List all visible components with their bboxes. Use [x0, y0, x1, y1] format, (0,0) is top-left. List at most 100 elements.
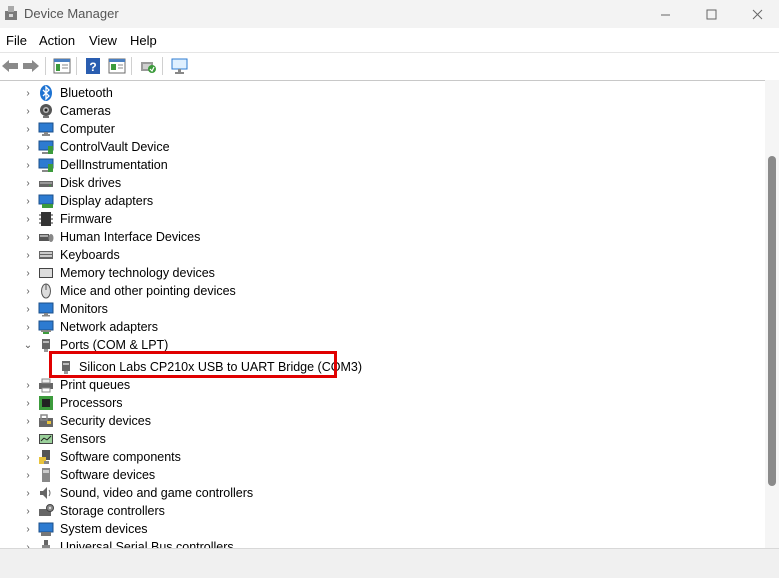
tree-item-processors[interactable]: › Processors — [0, 394, 765, 412]
close-button[interactable] — [734, 0, 779, 28]
tree-item-sound-video-game-controllers[interactable]: › Sound, video and game controllers — [0, 484, 765, 502]
tree-item-keyboards[interactable]: › Keyboards — [0, 246, 765, 264]
chevron-right-icon[interactable]: › — [23, 158, 33, 172]
tree-item-label: ControlVault Device — [60, 140, 170, 154]
chevron-down-icon[interactable]: ⌄ — [23, 338, 33, 352]
tree-item-label: System devices — [60, 522, 148, 536]
tree-item-label: Storage controllers — [60, 504, 165, 518]
chevron-right-icon[interactable]: › — [23, 176, 33, 190]
maximize-button[interactable] — [688, 0, 734, 28]
toolbar-separator — [45, 57, 46, 75]
chevron-right-icon[interactable]: › — [23, 104, 33, 118]
close-icon — [752, 9, 762, 19]
update-driver-button[interactable] — [138, 56, 158, 76]
back-button[interactable] — [0, 56, 20, 76]
menu-view[interactable]: View — [89, 33, 117, 48]
chevron-right-icon[interactable]: › — [23, 320, 33, 334]
tree-item-system-devices[interactable]: › System devices — [0, 520, 765, 538]
device-manager-icon — [5, 6, 17, 20]
tree-item-label: Cameras — [60, 104, 111, 118]
chevron-right-icon[interactable]: › — [23, 230, 33, 244]
sound-icon — [40, 487, 51, 499]
device-tree[interactable]: › Bluetooth › Cameras › Computer › Contr… — [0, 80, 765, 549]
chevron-right-icon[interactable]: › — [23, 212, 33, 226]
tree-item-computer[interactable]: › Computer — [0, 120, 765, 138]
properties-button[interactable] — [107, 56, 127, 76]
tree-item-label: Bluetooth — [60, 86, 113, 100]
tree-item-dellinstrumentation[interactable]: › DellInstrumentation — [0, 156, 765, 174]
scrollbar-thumb[interactable] — [768, 156, 776, 486]
help-button[interactable]: ? — [83, 56, 103, 76]
menu-action[interactable]: Action — [39, 33, 75, 48]
tree-item-label: Disk drives — [60, 176, 122, 190]
tree-item-software-devices[interactable]: › Software devices — [0, 466, 765, 484]
properties-icon — [108, 58, 126, 74]
chevron-right-icon[interactable]: › — [23, 432, 33, 446]
chevron-right-icon[interactable]: › — [23, 194, 33, 208]
tree-item-label: Network adapters — [60, 320, 158, 334]
tree-item-monitors[interactable]: › Monitors — [0, 300, 765, 318]
show-hide-console-tree-button[interactable] — [52, 56, 72, 76]
chevron-right-icon[interactable]: › — [23, 302, 33, 316]
chevron-right-icon[interactable]: › — [23, 266, 33, 280]
tree-item-disk-drives[interactable]: › Disk drives — [0, 174, 765, 192]
tree-item-display-adapters[interactable]: › Display adapters — [0, 192, 765, 210]
tree-item-label: DellInstrumentation — [60, 158, 168, 172]
chevron-right-icon[interactable]: › — [23, 450, 33, 464]
chevron-right-icon[interactable]: › — [23, 248, 33, 262]
bluetooth-icon — [40, 85, 52, 101]
tree-item-label: Processors — [60, 396, 123, 410]
tree-item-label: Computer — [60, 122, 115, 136]
chevron-right-icon[interactable]: › — [23, 284, 33, 298]
chevron-right-icon[interactable]: › — [23, 504, 33, 518]
console-tree-icon — [53, 58, 71, 74]
maximize-icon — [706, 9, 716, 19]
menu-help[interactable]: Help — [130, 33, 157, 48]
chevron-right-icon[interactable]: › — [23, 522, 33, 536]
software-device-icon — [42, 468, 50, 482]
menu-file[interactable]: File — [6, 33, 27, 48]
software-component-icon — [39, 450, 50, 464]
tree-item-controlvault-device[interactable]: › ControlVault Device — [0, 138, 765, 156]
tree-item-label: Sensors — [60, 432, 106, 446]
chevron-right-icon[interactable]: › — [23, 468, 33, 482]
tree-item-cameras[interactable]: › Cameras — [0, 102, 765, 120]
window-title: Device Manager — [24, 6, 119, 21]
vertical-scrollbar[interactable] — [765, 80, 779, 548]
scan-for-hardware-changes-button[interactable] — [170, 56, 190, 76]
forward-button[interactable] — [21, 56, 41, 76]
tree-item-print-queues[interactable]: › Print queues — [0, 376, 765, 394]
chevron-right-icon[interactable]: › — [23, 486, 33, 500]
chevron-right-icon[interactable]: › — [23, 140, 33, 154]
menu-bar: File Action View Help — [0, 28, 779, 52]
tree-item-sensors[interactable]: › Sensors — [0, 430, 765, 448]
tree-item-human-interface-devices[interactable]: › Human Interface Devices — [0, 228, 765, 246]
tree-item-software-components[interactable]: › Software components — [0, 448, 765, 466]
chevron-right-icon[interactable]: › — [23, 122, 33, 136]
tree-item-mice[interactable]: › Mice and other pointing devices — [0, 282, 765, 300]
tree-item-memory-technology-devices[interactable]: › Memory technology devices — [0, 264, 765, 282]
network-adapter-icon — [38, 320, 54, 334]
minimize-button[interactable] — [642, 0, 688, 28]
tree-item-label: Security devices — [60, 414, 152, 428]
display-adapter-icon — [38, 194, 54, 208]
title-bar: Device Manager — [0, 0, 779, 28]
tree-item-network-adapters[interactable]: › Network adapters — [0, 318, 765, 336]
computer-icon — [38, 122, 54, 136]
monitor-icon — [38, 302, 54, 317]
chevron-right-icon[interactable]: › — [23, 414, 33, 428]
tree-item-firmware[interactable]: › Firmware — [0, 210, 765, 228]
tree-item-bluetooth[interactable]: › Bluetooth — [0, 84, 765, 102]
toolbar-separator — [162, 57, 163, 75]
chevron-right-icon[interactable]: › — [23, 378, 33, 392]
memory-icon — [39, 268, 53, 278]
minimize-icon — [660, 14, 670, 15]
tree-item-label: Keyboards — [60, 248, 120, 262]
chevron-right-icon[interactable]: › — [23, 396, 33, 410]
firmware-icon — [39, 212, 53, 226]
tree-item-security-devices[interactable]: › Security devices — [0, 412, 765, 430]
tree-item-storage-controllers[interactable]: › Storage controllers — [0, 502, 765, 520]
chevron-right-icon[interactable]: › — [23, 86, 33, 100]
tree-item-label: Memory technology devices — [60, 266, 215, 280]
security-icon — [39, 414, 53, 427]
